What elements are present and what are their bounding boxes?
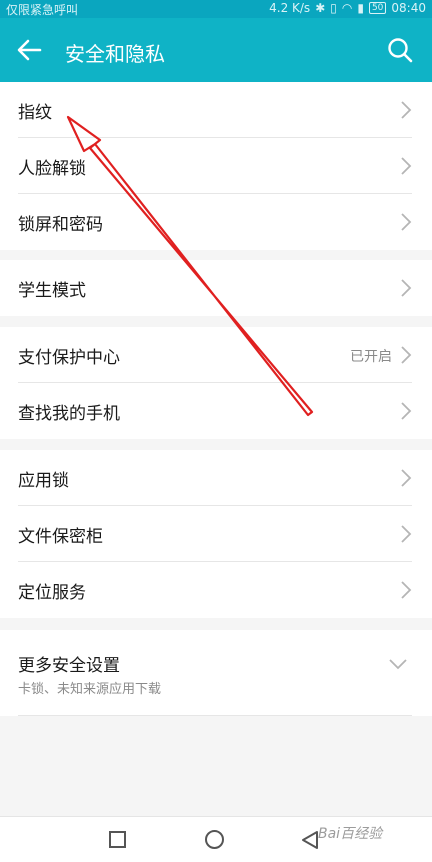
chevron-right-icon xyxy=(401,101,412,119)
settings-item-file-safe[interactable]: 文件保密柜 xyxy=(0,506,432,562)
page-title: 安全和隐私 xyxy=(65,42,165,66)
settings-item-more-security[interactable]: 更多安全设置 卡锁、未知来源应用下载 xyxy=(0,630,432,716)
item-label: 应用锁 xyxy=(18,471,69,491)
chevron-right-icon xyxy=(401,402,412,420)
vibrate-icon: ▯ xyxy=(330,1,337,15)
settings-group-4: 应用锁 文件保密柜 定位服务 xyxy=(0,450,432,618)
recent-apps-button[interactable] xyxy=(109,831,126,848)
chevron-right-icon xyxy=(401,346,412,364)
chevron-right-icon xyxy=(401,157,412,175)
chevron-right-icon xyxy=(401,581,412,599)
item-label: 学生模式 xyxy=(18,281,86,301)
settings-item-fingerprint[interactable]: 指纹 xyxy=(0,82,432,138)
settings-item-payment-protection[interactable]: 支付保护中心 已开启 xyxy=(0,327,432,383)
network-speed: 4.2 K/s xyxy=(269,1,311,15)
settings-item-face-unlock[interactable]: 人脸解锁 xyxy=(0,138,432,194)
status-right: 4.2 K/s ✱ ▯ ◠ ▮ 50 08:40 xyxy=(269,1,426,15)
wifi-icon: ◠ xyxy=(341,1,353,15)
item-label: 人脸解锁 xyxy=(18,159,86,179)
settings-item-lockscreen-password[interactable]: 锁屏和密码 xyxy=(0,194,432,250)
item-sublabel: 卡锁、未知来源应用下载 xyxy=(18,682,162,697)
settings-item-location-service[interactable]: 定位服务 xyxy=(0,562,432,618)
settings-item-student-mode[interactable]: 学生模式 xyxy=(0,260,432,316)
chevron-right-icon xyxy=(401,279,412,297)
chevron-right-icon xyxy=(401,469,412,487)
item-label: 指纹 xyxy=(18,103,52,123)
bluetooth-icon: ✱ xyxy=(315,1,326,15)
home-button[interactable] xyxy=(205,830,224,849)
settings-group-3: 支付保护中心 已开启 查找我的手机 xyxy=(0,327,432,439)
nav-back-icon[interactable] xyxy=(300,830,320,850)
settings-group-1: 指纹 人脸解锁 锁屏和密码 xyxy=(0,82,432,250)
battery-icon: 50 xyxy=(368,2,387,14)
divider xyxy=(18,715,412,716)
chevron-down-icon[interactable] xyxy=(388,658,408,670)
status-value: 已开启 xyxy=(350,349,392,365)
chevron-right-icon xyxy=(401,213,412,231)
item-label: 支付保护中心 xyxy=(18,348,120,368)
item-label: 更多安全设置 xyxy=(18,656,120,676)
signal-icon: ▮ xyxy=(357,1,364,15)
clock: 08:40 xyxy=(391,1,426,15)
settings-group-2: 学生模式 xyxy=(0,260,432,316)
item-label: 锁屏和密码 xyxy=(18,215,103,235)
settings-item-find-my-phone[interactable]: 查找我的手机 xyxy=(0,383,432,439)
item-label: 查找我的手机 xyxy=(18,404,120,424)
app-bar: 安全和隐私 xyxy=(0,18,432,82)
status-bar: 仅限紧急呼叫 4.2 K/s ✱ ▯ ◠ ▮ 50 08:40 xyxy=(0,0,432,18)
settings-group-5: 更多安全设置 卡锁、未知来源应用下载 xyxy=(0,630,432,716)
search-icon[interactable] xyxy=(382,32,418,68)
carrier-text: 仅限紧急呼叫 xyxy=(6,3,79,17)
item-label: 文件保密柜 xyxy=(18,527,103,547)
item-label: 定位服务 xyxy=(18,583,86,603)
settings-item-app-lock[interactable]: 应用锁 xyxy=(0,450,432,506)
chevron-right-icon xyxy=(401,525,412,543)
watermark: Bai百经验 xyxy=(318,826,383,842)
back-arrow-icon[interactable] xyxy=(12,32,48,68)
